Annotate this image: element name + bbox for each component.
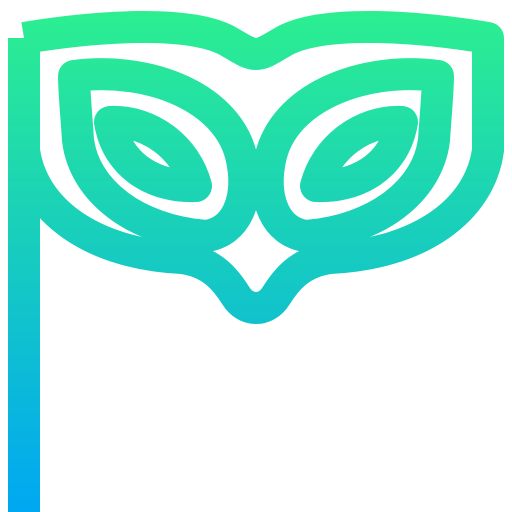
masquerade-mask-on-stick-icon [8, 10, 504, 512]
left-eye-hole [94, 105, 212, 203]
icon-canvas [0, 0, 512, 512]
right-eye-hole [300, 105, 418, 203]
